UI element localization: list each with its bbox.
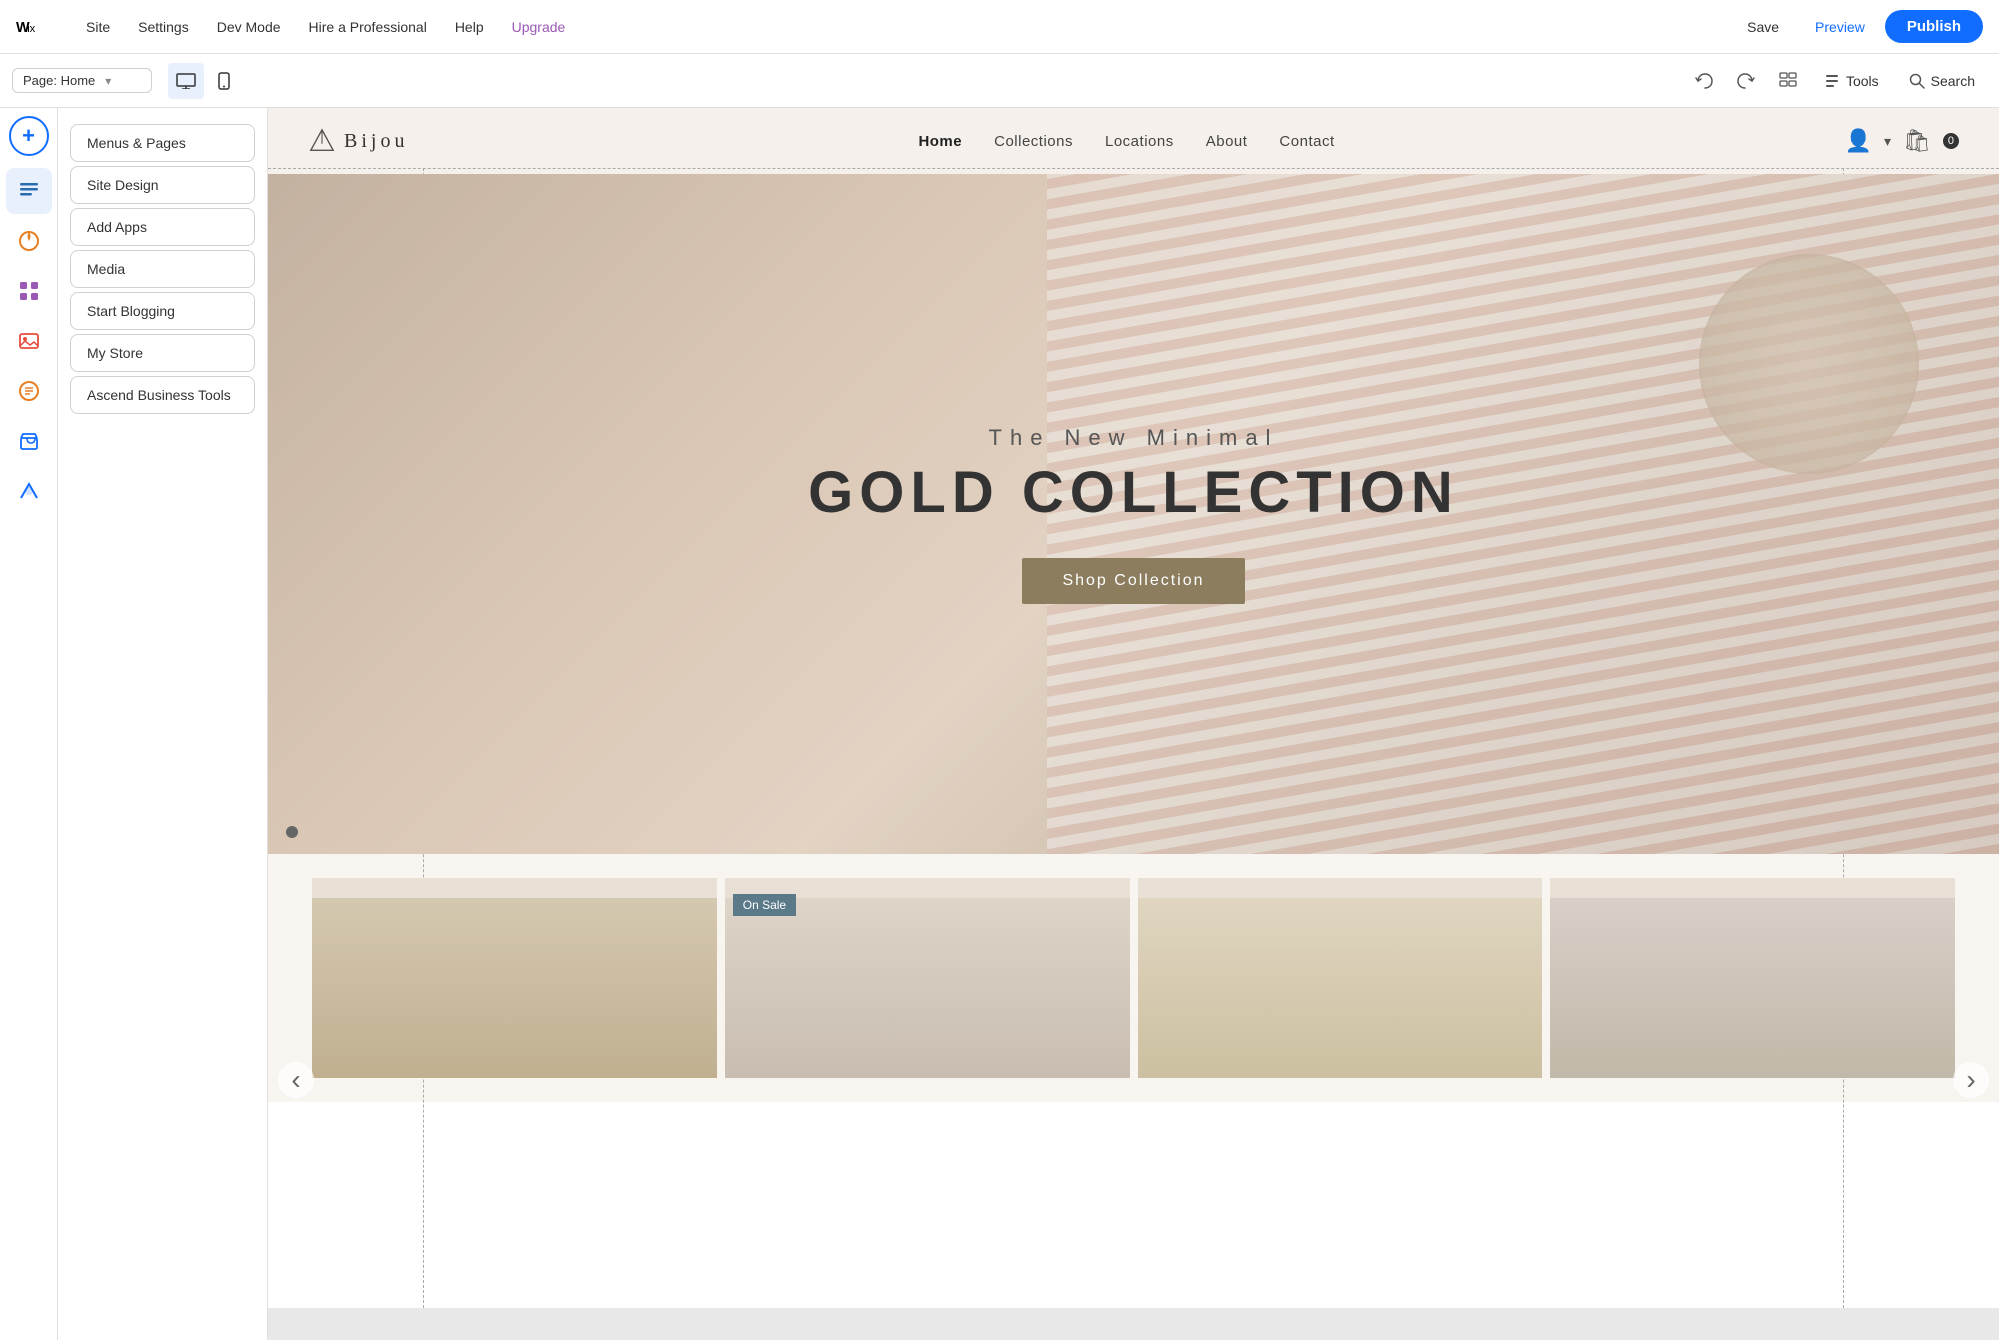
tools-icon <box>1824 73 1840 89</box>
logo-triangle-icon <box>308 127 336 155</box>
nav-collections[interactable]: Collections <box>994 133 1073 150</box>
nav-locations[interactable]: Locations <box>1105 133 1174 150</box>
site-nav: Home Collections Locations About Contact <box>918 133 1334 150</box>
product-strip: On Sale <box>268 854 1999 1102</box>
cart-count: 0 <box>1943 133 1959 149</box>
product-card-3[interactable] <box>1138 878 1543 1078</box>
product-card-4[interactable] <box>1550 878 1955 1078</box>
start-blogging-button[interactable]: Start Blogging <box>70 292 255 330</box>
on-sale-badge: On Sale <box>733 894 796 916</box>
preview-button[interactable]: Preview <box>1799 13 1881 41</box>
hero-banner: The New Minimal GOLD COLLECTION Shop Col… <box>268 174 1999 854</box>
search-label: Search <box>1931 73 1975 89</box>
sidebar-icon-store[interactable] <box>6 418 52 464</box>
nav-home[interactable]: Home <box>918 133 962 150</box>
nav-about[interactable]: About <box>1206 133 1248 150</box>
site-preview: Bijou Home Collections Locations About C… <box>268 108 1999 1308</box>
hero-subtitle: The New Minimal <box>808 425 1459 451</box>
site-header: Bijou Home Collections Locations About C… <box>268 108 1999 174</box>
dot-indicator <box>286 826 298 838</box>
wix-logo: W ix <box>16 7 56 47</box>
sidebar-icon-media[interactable] <box>6 318 52 364</box>
mobile-device-btn[interactable] <box>206 63 242 99</box>
second-bar: Page: Home ▾ Tools Search <box>0 54 1999 108</box>
svg-text:ix: ix <box>27 22 35 34</box>
search-icon <box>1909 73 1925 89</box>
cart-icon[interactable]: 🛍 <box>1903 128 1931 154</box>
site-design-button[interactable]: Site Design <box>70 166 255 204</box>
top-bar: W ix Site Settings Dev Mode Hire a Profe… <box>0 0 1999 54</box>
ascend-tools-button[interactable]: Ascend Business Tools <box>70 376 255 414</box>
nav-settings[interactable]: Settings <box>124 0 203 54</box>
hero-title: GOLD COLLECTION <box>808 459 1459 526</box>
quick-panel: Menus & Pages Site Design Add Apps Media… <box>58 108 268 1340</box>
tools-button[interactable]: Tools <box>1812 67 1891 95</box>
device-toggle <box>168 63 242 99</box>
sidebar-icon-blog[interactable] <box>6 368 52 414</box>
second-bar-right: Tools Search <box>1686 63 1987 99</box>
tools-label: Tools <box>1846 73 1879 89</box>
product-card-2[interactable]: On Sale <box>725 878 1130 1078</box>
nav-hire[interactable]: Hire a Professional <box>295 0 441 54</box>
save-button[interactable]: Save <box>1731 13 1795 41</box>
canvas-area: Bijou Home Collections Locations About C… <box>268 108 1999 1340</box>
add-button[interactable]: + <box>9 116 49 156</box>
shop-collection-button[interactable]: Shop Collection <box>1022 558 1244 604</box>
media-button[interactable]: Media <box>70 250 255 288</box>
product-image-2 <box>725 898 1130 1078</box>
sidebar-icon-design[interactable] <box>6 218 52 264</box>
page-label: Page: Home <box>23 73 95 88</box>
nav-contact[interactable]: Contact <box>1279 133 1334 150</box>
site-logo: Bijou <box>308 127 408 155</box>
product-image-3 <box>1138 898 1543 1078</box>
next-arrow[interactable]: › <box>1953 1062 1989 1098</box>
nav-upgrade[interactable]: Upgrade <box>498 0 580 54</box>
publish-button[interactable]: Publish <box>1885 10 1983 43</box>
sidebar-icon-ascend[interactable] <box>6 468 52 514</box>
undo-button[interactable] <box>1686 63 1722 99</box>
desktop-device-btn[interactable] <box>168 63 204 99</box>
zoom-button[interactable] <box>1770 63 1806 99</box>
nav-help[interactable]: Help <box>441 0 498 54</box>
left-sidebar: + <box>0 108 58 1340</box>
prev-arrow[interactable]: ‹ <box>278 1062 314 1098</box>
product-image-1 <box>312 898 717 1078</box>
product-card-1[interactable] <box>312 878 717 1078</box>
add-apps-button[interactable]: Add Apps <box>70 208 255 246</box>
redo-button[interactable] <box>1728 63 1764 99</box>
logo-text: Bijou <box>344 130 408 153</box>
site-nav-right: 👤 ▾ 🛍 0 <box>1845 128 1959 154</box>
page-selector[interactable]: Page: Home ▾ <box>12 68 152 93</box>
chevron-down-icon: ▾ <box>105 74 111 88</box>
my-store-button[interactable]: My Store <box>70 334 255 372</box>
product-image-4 <box>1550 898 1955 1078</box>
menus-pages-button[interactable]: Menus & Pages <box>70 124 255 162</box>
nav-devmode[interactable]: Dev Mode <box>203 0 295 54</box>
user-icon[interactable]: 👤 <box>1845 128 1872 154</box>
dropdown-icon[interactable]: ▾ <box>1884 133 1891 150</box>
nav-site[interactable]: Site <box>72 0 124 54</box>
hero-content: The New Minimal GOLD COLLECTION Shop Col… <box>808 425 1459 604</box>
sidebar-icon-apps[interactable] <box>6 268 52 314</box>
search-button[interactable]: Search <box>1897 67 1987 95</box>
sidebar-icon-pages[interactable] <box>6 168 52 214</box>
